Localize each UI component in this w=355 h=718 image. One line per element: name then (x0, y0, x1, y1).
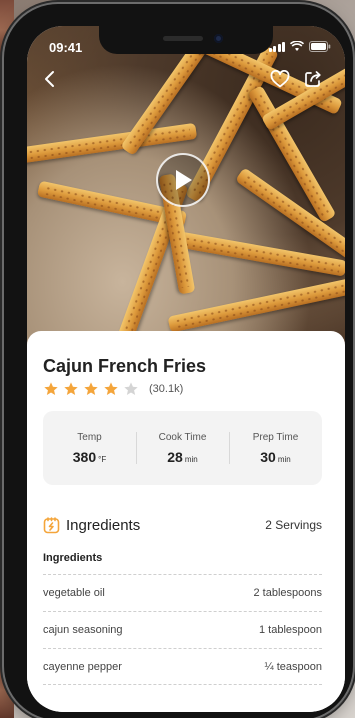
ingredients-header: Ingredients 2 Servings (43, 513, 322, 537)
ingredient-row: cayenne pepper ¼ teaspoon (43, 648, 322, 685)
cellular-signal-icon (268, 42, 285, 52)
ingredient-name: vegetable oil (43, 587, 105, 599)
play-video-button[interactable] (156, 153, 210, 207)
status-time: 09:41 (49, 40, 83, 55)
star-filled-icon (84, 382, 98, 395)
recipe-details-card: Cajun French Fries (30.1k) Temp 380 °F Co… (27, 331, 345, 712)
ingredients-list: vegetable oil 2 tablespoons cajun season… (43, 574, 322, 685)
ingredient-amount: 2 tablespoons (253, 587, 323, 599)
star-filled-icon (44, 382, 58, 395)
share-icon (305, 71, 321, 87)
servings-selector[interactable]: 2 Servings (265, 518, 322, 532)
battery-icon (309, 41, 331, 52)
ingredient-name: cayenne pepper (43, 660, 122, 673)
stat-label: Prep Time (252, 431, 299, 443)
cooking-stats-panel: Temp 380 °F Cook Time 28 min Prep Time 30 m… (43, 411, 322, 485)
wifi-icon (290, 41, 304, 51)
share-button[interactable] (300, 66, 326, 92)
favorite-button[interactable] (267, 66, 293, 92)
phone-frame: 09:41 Cajun French Fries (30.1k) Temp 38… (4, 4, 353, 718)
stat-value: 30 min (260, 448, 291, 465)
back-button[interactable] (37, 66, 63, 92)
stat-value: 380 °F (72, 448, 107, 465)
stat-label: Cook Time (158, 431, 207, 443)
play-icon (176, 170, 192, 190)
status-bar: 09:41 (27, 26, 345, 66)
ingredient-row: vegetable oil 2 tablespoons (43, 574, 322, 611)
recipe-hero-image (27, 26, 345, 346)
star-empty-icon (124, 382, 138, 395)
recipe-rating: (30.1k) (43, 381, 183, 397)
app-screen: 09:41 Cajun French Fries (30.1k) Temp 38… (27, 26, 345, 712)
ingredient-row: cajun seasoning 1 tablespoon (43, 611, 322, 648)
stat-prep-time: Prep Time 30 min (229, 411, 322, 485)
recipe-title: Cajun French Fries (43, 356, 207, 376)
stat-label: Temp (77, 431, 102, 443)
ingredients-title: Ingredients (66, 516, 141, 534)
status-icons (268, 41, 332, 52)
star-filled-icon (104, 382, 118, 395)
ingredient-name: cajun seasoning (43, 624, 123, 636)
ingredients-icon (43, 516, 60, 533)
ingredient-amount: ¼ teaspoon (264, 660, 323, 673)
chevron-left-icon (45, 71, 54, 87)
fry-illustration (167, 275, 345, 333)
rating-count: (30.1k) (149, 383, 184, 395)
rating-stars (43, 381, 143, 397)
heart-icon (270, 70, 290, 88)
ingredients-subheader: Ingredients (43, 552, 103, 564)
ingredient-amount: 1 tablespoon (259, 624, 322, 636)
stat-value: 28 min (167, 448, 198, 465)
stat-cook-time: Cook Time 28 min (136, 411, 229, 485)
star-filled-icon (64, 382, 78, 395)
stat-temp: Temp 380 °F (43, 411, 136, 485)
